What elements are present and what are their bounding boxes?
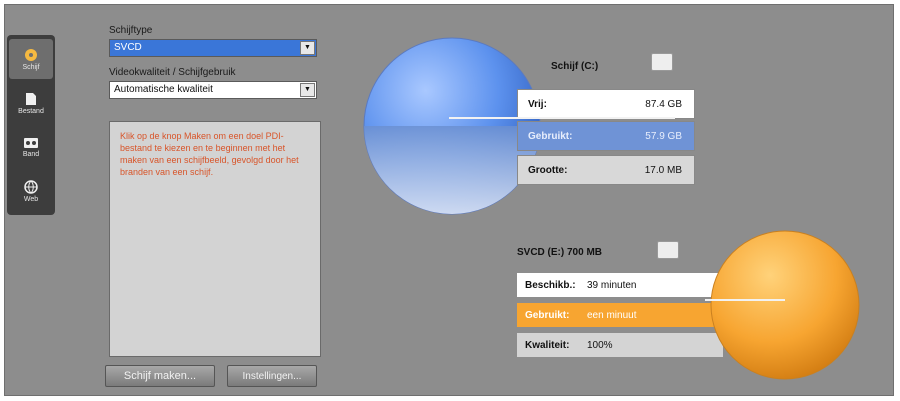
row-value: een minuut — [587, 309, 637, 321]
settings-button[interactable]: Instellingen... — [227, 365, 317, 387]
disk-e-row-used: Gebruikt: een minuut — [517, 303, 723, 327]
disk-c-row-used: Gebruikt: 57.9 GB — [517, 121, 695, 151]
folder-icon[interactable] — [657, 241, 679, 259]
row-key: Beschikb.: — [525, 279, 576, 291]
rail-item-band[interactable]: Band — [9, 127, 53, 167]
file-icon — [26, 92, 36, 105]
instruction-text: Klik op de knop Maken om een doel PDI-be… — [109, 121, 321, 357]
disk-c-row-size: Grootte: 17.0 MB — [517, 155, 695, 185]
rail-item-bestand[interactable]: Bestand — [9, 83, 53, 123]
disc-burn-panel: Schijf Bestand Band Web Schijftype SVCD — [4, 4, 894, 396]
mode-rail: Schijf Bestand Band Web — [7, 35, 55, 215]
rail-item-label: Web — [23, 195, 39, 203]
make-disc-button[interactable]: Schijf maken... — [105, 365, 215, 387]
chevron-down-icon[interactable]: ▼ — [300, 83, 315, 97]
row-key: Grootte: — [528, 164, 568, 176]
row-key: Kwaliteit: — [525, 339, 570, 351]
rail-item-label: Bestand — [18, 107, 44, 115]
row-value: 87.4 GB — [645, 98, 682, 110]
row-key: Vrij: — [528, 98, 547, 110]
disk-e-pointer-line — [705, 299, 785, 301]
folder-icon[interactable] — [651, 53, 673, 71]
quality-label: Videokwaliteit / Schijfgebruik — [109, 67, 236, 78]
disk-c-title: Schijf (C:) — [551, 61, 599, 72]
globe-icon — [24, 179, 38, 194]
row-key: Gebruikt: — [525, 309, 570, 321]
rail-item-label: Schijf — [22, 63, 40, 71]
row-key: Gebruikt: — [528, 130, 573, 142]
disk-c-row-free: Vrij: 87.4 GB — [517, 89, 695, 119]
disc-type-label: Schijftype — [109, 25, 153, 36]
row-value: 17.0 MB — [644, 164, 682, 176]
disc-type-value: SVCD — [114, 42, 142, 53]
disk-c-pointer-line — [449, 117, 675, 119]
disk-e-usage-pie — [710, 230, 860, 380]
row-value: 100% — [587, 339, 613, 351]
rail-item-schijf[interactable]: Schijf — [9, 39, 53, 79]
row-value: 57.9 GB — [645, 130, 682, 142]
disc-icon — [25, 48, 37, 61]
disk-e-row-quality: Kwaliteit: 100% — [517, 333, 723, 357]
row-value: 39 minuten — [587, 279, 637, 291]
chevron-down-icon[interactable]: ▼ — [300, 41, 315, 55]
tape-icon — [24, 137, 38, 148]
disk-e-title: SVCD (E:) 700 MB — [517, 247, 603, 258]
rail-item-web[interactable]: Web — [9, 171, 53, 211]
disc-type-select[interactable]: SVCD ▼ — [109, 39, 317, 57]
rail-item-label: Band — [22, 150, 40, 158]
disk-e-row-available: Beschikb.: 39 minuten — [517, 273, 723, 297]
quality-value: Automatische kwaliteit — [114, 84, 213, 95]
quality-select[interactable]: Automatische kwaliteit ▼ — [109, 81, 317, 99]
